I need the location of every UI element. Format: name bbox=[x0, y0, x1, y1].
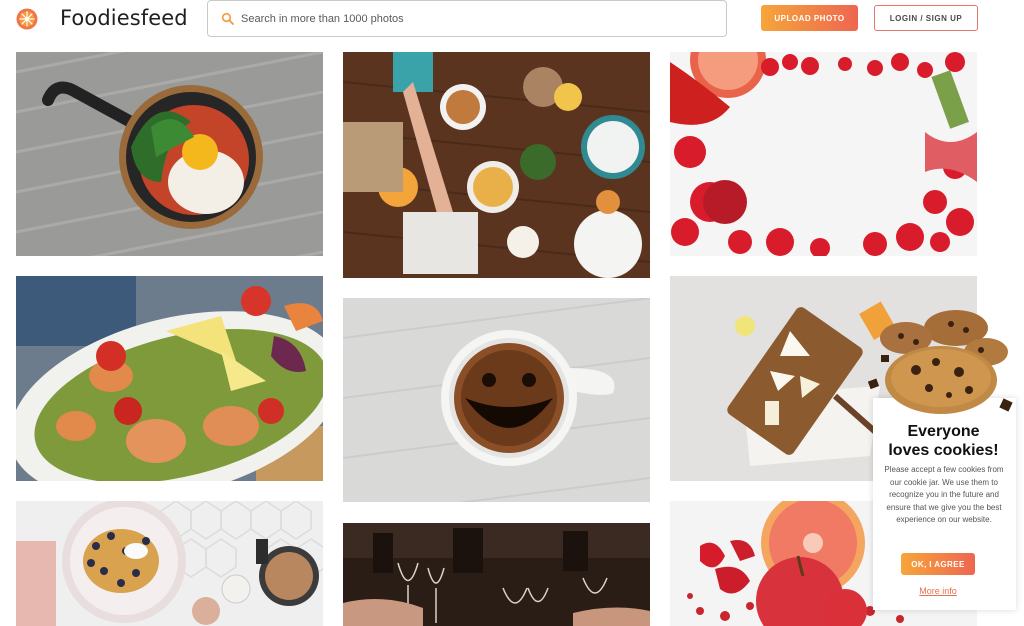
login-signup-button[interactable]: LOGIN / SIGN UP bbox=[874, 5, 978, 31]
photo-tile-salmon-salad[interactable] bbox=[16, 276, 323, 481]
search-bar[interactable] bbox=[207, 0, 727, 37]
photo-tile-wine-toast[interactable] bbox=[343, 523, 650, 626]
cookies-illustration bbox=[861, 300, 1021, 420]
photo-tile-red-fruit[interactable] bbox=[670, 52, 977, 256]
more-info-link[interactable]: More info bbox=[871, 586, 1005, 596]
cookie-title-line2: loves cookies! bbox=[888, 442, 999, 459]
agree-button[interactable]: OK, I AGREE bbox=[901, 553, 975, 575]
search-icon bbox=[221, 12, 235, 26]
search-input[interactable] bbox=[241, 9, 711, 29]
cookie-message: Please accept a few cookies from our coo… bbox=[884, 465, 1004, 524]
logo-icon[interactable] bbox=[16, 8, 38, 30]
photo-tile-dinner-table[interactable] bbox=[343, 52, 650, 278]
cookie-title: Everyone loves cookies! bbox=[871, 422, 1016, 460]
photo-tile-coffee-cup[interactable] bbox=[343, 298, 650, 502]
cookie-title-line1: Everyone bbox=[907, 423, 980, 440]
brand-name[interactable]: Foodiesfeed bbox=[60, 6, 188, 30]
photo-tile-pancakes[interactable] bbox=[16, 501, 323, 626]
photo-tile-skillet-egg[interactable] bbox=[16, 52, 323, 256]
upload-photo-button[interactable]: UPLOAD PHOTO bbox=[761, 5, 858, 31]
cookie-consent-popup: Everyone loves cookies! Please accept a … bbox=[867, 300, 1016, 610]
top-header: Foodiesfeed UPLOAD PHOTO LOGIN / SIGN UP bbox=[0, 0, 1024, 40]
